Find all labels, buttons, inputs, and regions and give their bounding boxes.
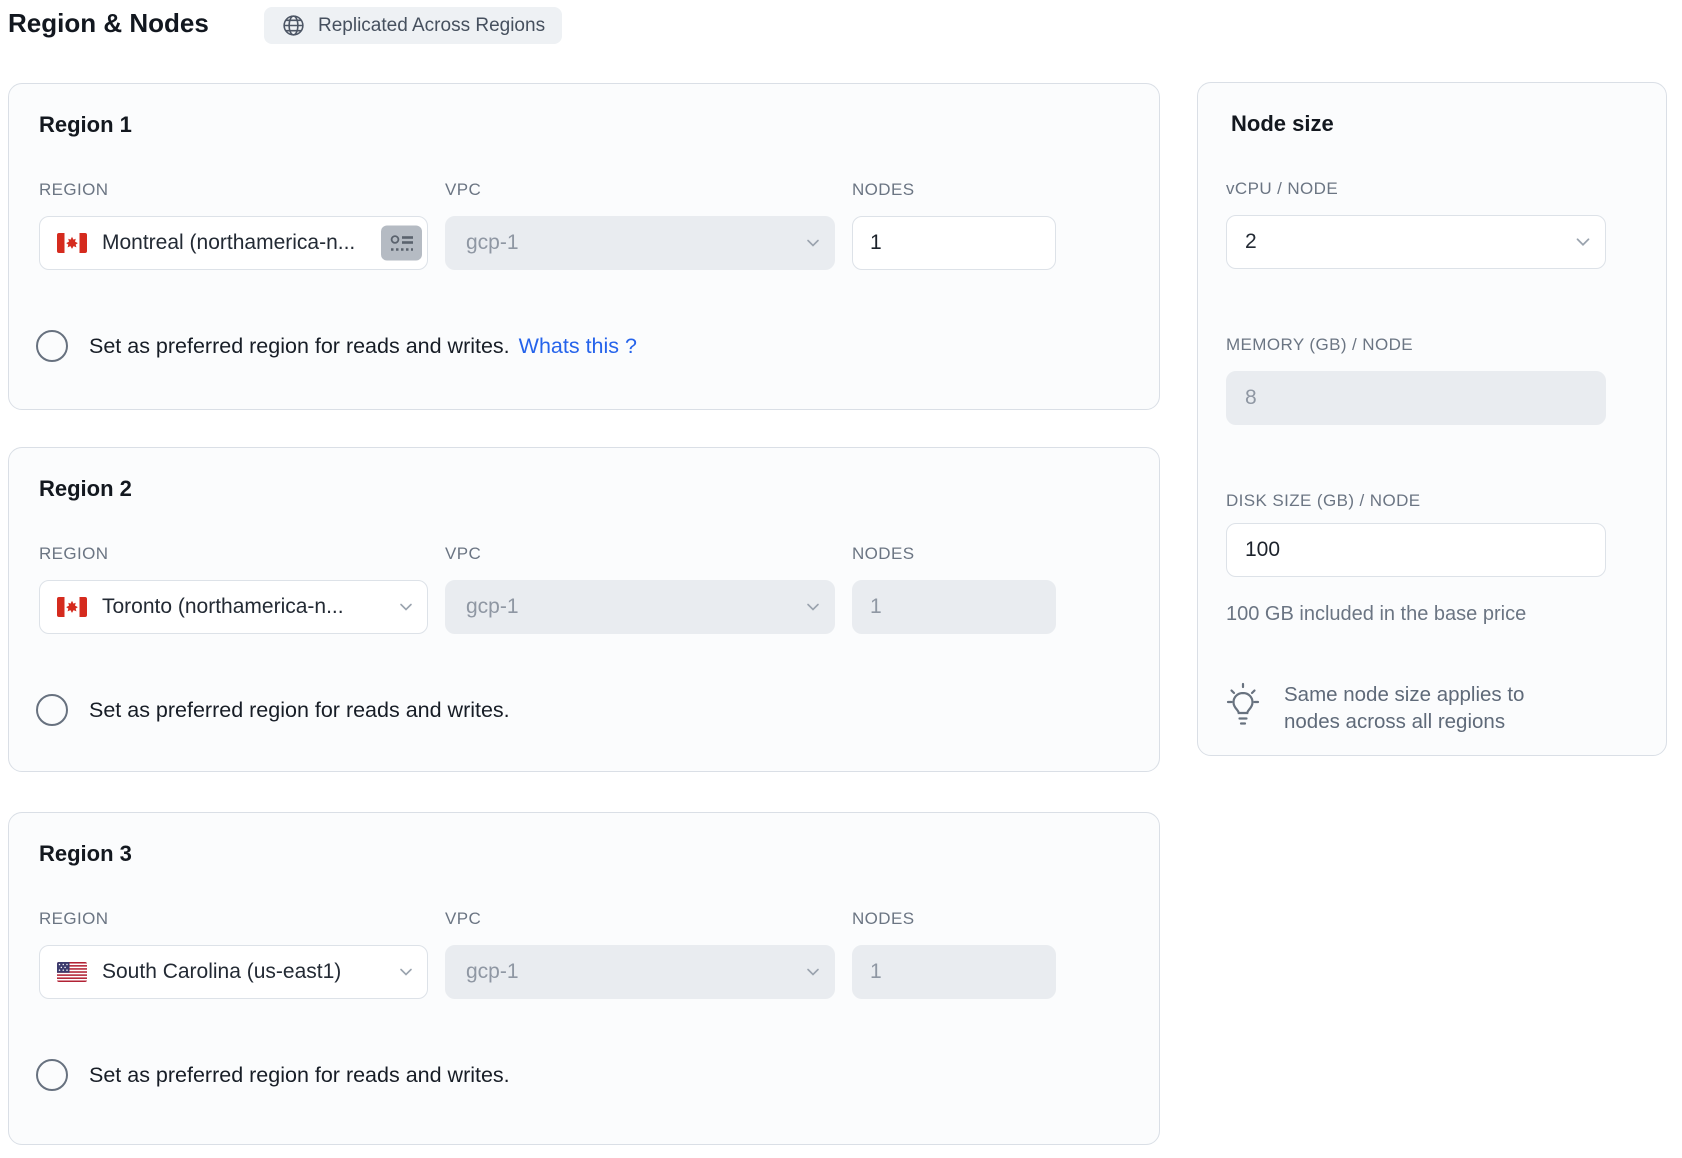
region-1-region-value: Montreal (northamerica-n... <box>102 231 355 255</box>
usa-flag-icon <box>57 962 87 982</box>
nodes-field-label: NODES <box>852 180 914 200</box>
region-3-region-value: South Carolina (us-east1) <box>102 960 341 984</box>
region-2-vpc-select[interactable]: gcp-1 <box>445 580 835 634</box>
vcpu-select[interactable]: 2 <box>1226 215 1606 269</box>
region-2-vpc-value: gcp-1 <box>466 595 519 619</box>
chevron-down-icon <box>1572 231 1594 253</box>
node-size-card: Node size vCPU / NODE 2 MEMORY (GB) / NO… <box>1197 82 1667 756</box>
cursor-overlay-icon <box>381 226 422 261</box>
preferred-region-label: Set as preferred region for reads and wr… <box>89 334 510 359</box>
preferred-region-label: Set as preferred region for reads and wr… <box>89 1063 510 1088</box>
vcpu-label: vCPU / NODE <box>1226 179 1338 199</box>
region-2-nodes-input[interactable] <box>852 580 1056 634</box>
globe-icon <box>281 13 306 38</box>
node-size-tip-text: Same node size applies to nodes across a… <box>1284 681 1524 735</box>
region-1-card: Region 1 REGION VPC NODES Montreal (nort… <box>8 83 1160 410</box>
nodes-field-label: NODES <box>852 544 914 564</box>
region-1-vpc-value: gcp-1 <box>466 231 519 255</box>
preferred-region-label: Set as preferred region for reads and wr… <box>89 698 510 723</box>
chevron-down-icon <box>803 233 823 253</box>
chevron-down-icon <box>396 597 416 617</box>
region-3-vpc-select[interactable]: gcp-1 <box>445 945 835 999</box>
chevron-down-icon <box>396 962 416 982</box>
lightbulb-icon <box>1220 681 1266 733</box>
region-3-vpc-value: gcp-1 <box>466 960 519 984</box>
node-size-tip: Same node size applies to nodes across a… <box>1220 681 1524 735</box>
region-field-label: REGION <box>39 544 108 564</box>
region-1-preferred-row: Set as preferred region for reads and wr… <box>89 330 637 362</box>
canada-flag-icon <box>57 597 87 617</box>
disk-included-note: 100 GB included in the base price <box>1226 603 1526 626</box>
disk-size-label: DISK SIZE (GB) / NODE <box>1226 491 1420 511</box>
tip-line-1: Same node size applies to <box>1284 681 1524 708</box>
whats-this-link[interactable]: Whats this ? <box>519 334 637 359</box>
chevron-down-icon <box>803 597 823 617</box>
region-2-card: Region 2 REGION VPC NODES Toronto (north… <box>8 447 1160 772</box>
vpc-field-label: VPC <box>445 180 481 200</box>
region-3-title: Region 3 <box>39 841 132 867</box>
disk-size-input[interactable] <box>1226 523 1606 577</box>
region-2-region-select[interactable]: Toronto (northamerica-n... <box>39 580 428 634</box>
region-field-label: REGION <box>39 180 108 200</box>
region-1-nodes-input[interactable] <box>852 216 1056 270</box>
region-3-preferred-row: Set as preferred region for reads and wr… <box>89 1059 510 1091</box>
memory-label: MEMORY (GB) / NODE <box>1226 335 1413 355</box>
node-size-title: Node size <box>1231 111 1334 137</box>
region-1-title: Region 1 <box>39 112 132 138</box>
region-2-preferred-row: Set as preferred region for reads and wr… <box>89 694 510 726</box>
vcpu-value: 2 <box>1245 230 1257 254</box>
region-field-label: REGION <box>39 909 108 929</box>
replication-badge: Replicated Across Regions <box>264 7 562 44</box>
region-3-nodes-input[interactable] <box>852 945 1056 999</box>
region-2-title: Region 2 <box>39 476 132 502</box>
region-3-card: Region 3 REGION VPC NODES Sout <box>8 812 1160 1145</box>
region-2-preferred-radio[interactable] <box>36 694 68 726</box>
memory-input[interactable] <box>1226 371 1606 425</box>
region-2-region-value: Toronto (northamerica-n... <box>102 595 344 619</box>
region-3-region-select[interactable]: South Carolina (us-east1) <box>39 945 428 999</box>
canada-flag-icon <box>57 233 87 253</box>
region-3-preferred-radio[interactable] <box>36 1059 68 1091</box>
region-1-region-select[interactable]: Montreal (northamerica-n... <box>39 216 428 270</box>
tip-line-2: nodes across all regions <box>1284 708 1524 735</box>
replication-badge-label: Replicated Across Regions <box>318 15 545 37</box>
chevron-down-icon <box>803 962 823 982</box>
region-nodes-page: Region & Nodes Replicated Across Regions… <box>0 0 1682 1158</box>
region-1-preferred-radio[interactable] <box>36 330 68 362</box>
page-title: Region & Nodes <box>8 8 209 39</box>
region-1-vpc-select[interactable]: gcp-1 <box>445 216 835 270</box>
vpc-field-label: VPC <box>445 544 481 564</box>
vpc-field-label: VPC <box>445 909 481 929</box>
nodes-field-label: NODES <box>852 909 914 929</box>
